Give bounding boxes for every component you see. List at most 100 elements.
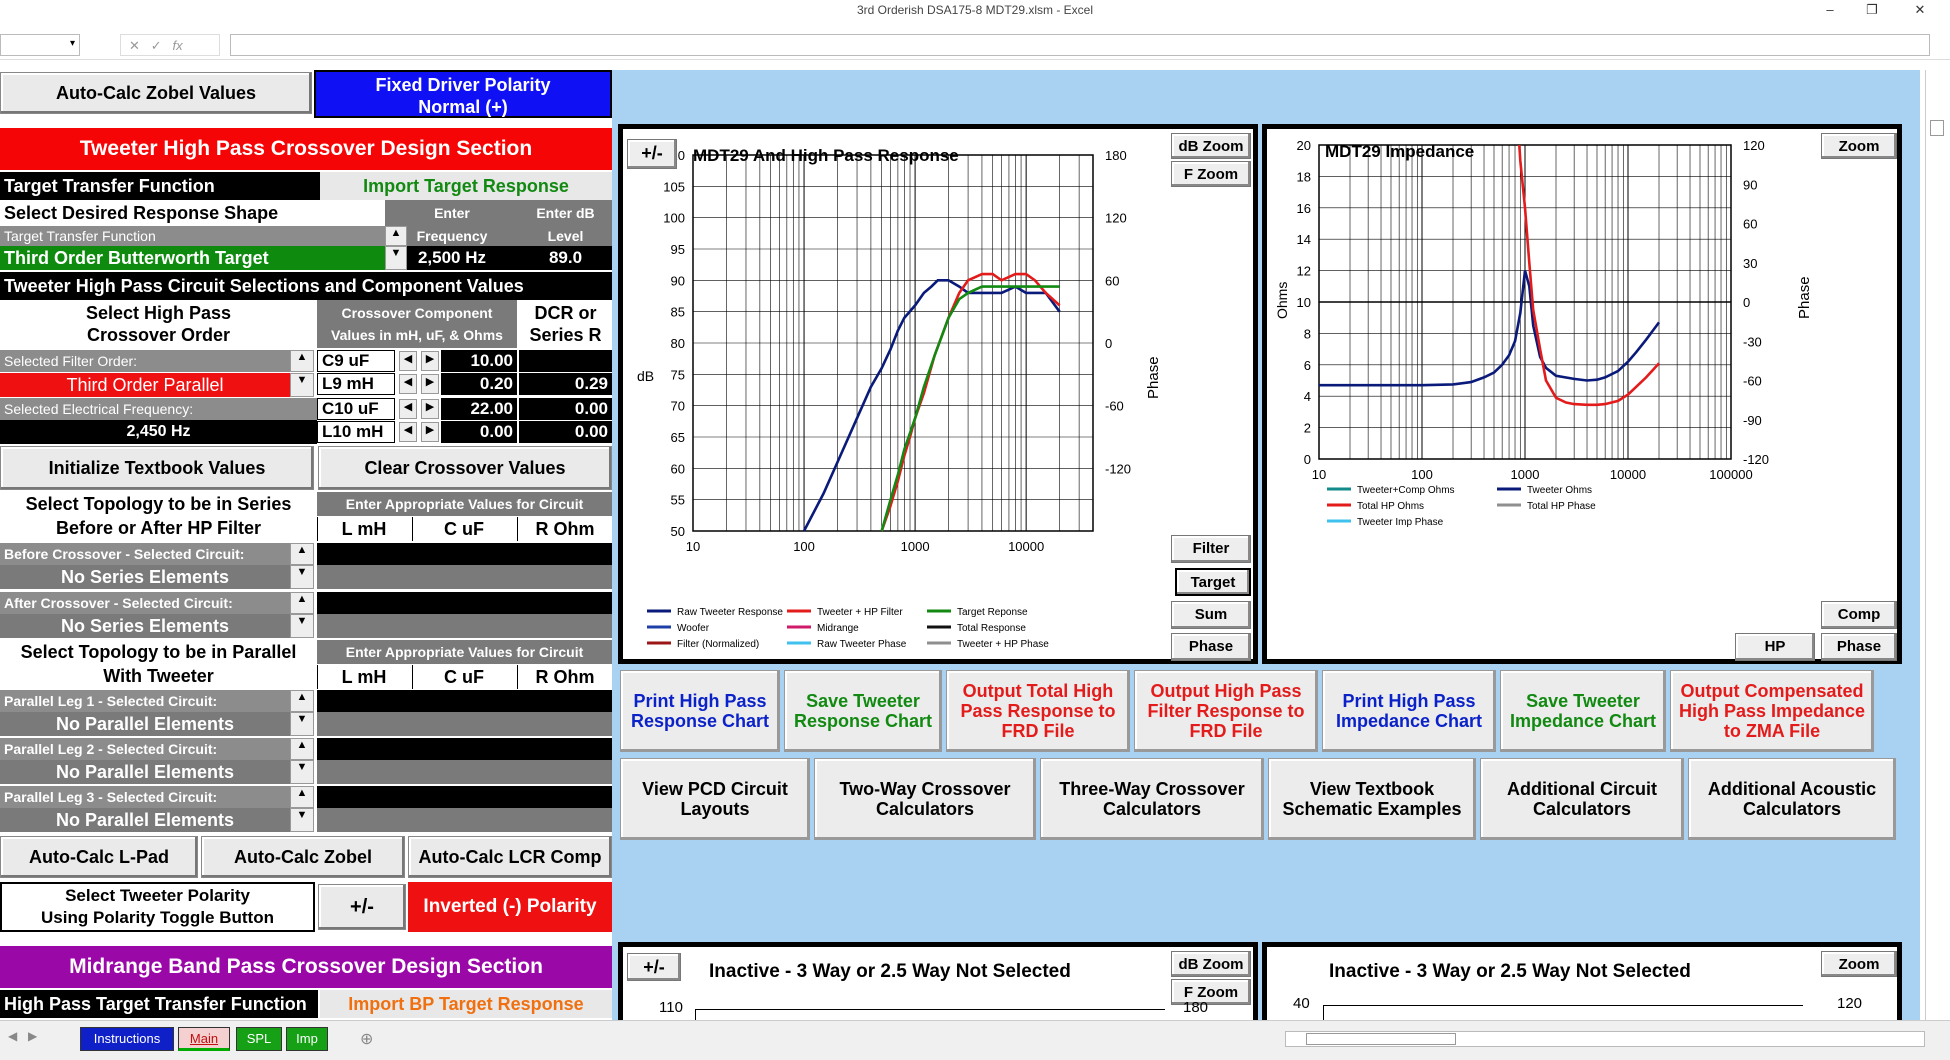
- auto-calc-zobel-button[interactable]: Auto-Calc Zobel: [201, 836, 405, 878]
- calculator-button-4[interactable]: View Textbook Schematic Examples: [1268, 758, 1476, 840]
- series-values-row[interactable]: [317, 592, 612, 614]
- sheet-tab-instructions[interactable]: Instructions: [80, 1027, 174, 1051]
- component-value-input[interactable]: 10.00: [441, 350, 517, 372]
- sum-button[interactable]: Sum: [1171, 601, 1251, 629]
- series-values-row[interactable]: [317, 543, 612, 565]
- series-up-icon[interactable]: ▲: [290, 543, 314, 565]
- hp-button[interactable]: HP: [1735, 633, 1815, 661]
- order-down-icon[interactable]: ▼: [290, 373, 314, 397]
- leg-values-row[interactable]: [317, 690, 612, 712]
- parallel-leg-value[interactable]: No Parallel Elements: [0, 712, 290, 736]
- initialize-textbook-button[interactable]: Initialize Textbook Values: [0, 446, 314, 490]
- sheet-tab-main[interactable]: Main: [178, 1027, 230, 1051]
- target-tf-value[interactable]: Third Order Butterworth Target: [0, 246, 385, 270]
- leg-up-icon[interactable]: ▲: [290, 786, 314, 808]
- response-polarity-toggle[interactable]: +/-: [627, 139, 677, 169]
- formula-input[interactable]: [230, 34, 1930, 56]
- enter-icon[interactable]: ✓: [151, 38, 162, 53]
- series-circuit-value[interactable]: No Series Elements: [0, 614, 290, 638]
- parallel-leg-label: Parallel Leg 1 - Selected Circuit:: [0, 690, 290, 712]
- series-up-icon[interactable]: ▲: [290, 592, 314, 614]
- spin-up-icon[interactable]: ▲: [385, 226, 407, 246]
- vertical-scrollbar[interactable]: [1925, 70, 1950, 1020]
- minimize-button[interactable]: –: [1810, 0, 1850, 20]
- phase-button[interactable]: Phase: [1171, 633, 1251, 661]
- arrow-right-icon[interactable]: ▶: [421, 422, 439, 442]
- restore-button[interactable]: ❐: [1852, 0, 1892, 20]
- calculator-button-1[interactable]: View PCD Circuit Layouts: [620, 758, 810, 840]
- series-circuit-value[interactable]: No Series Elements: [0, 565, 290, 589]
- action-button-3[interactable]: Output Total High Pass Response to FRD F…: [946, 670, 1130, 752]
- series-down-icon[interactable]: ▼: [290, 565, 314, 589]
- auto-calc-lpad-button[interactable]: Auto-Calc L-Pad: [0, 836, 198, 878]
- tab-scroll-right-icon[interactable]: ▶: [28, 1029, 37, 1043]
- action-button-1[interactable]: Print High Pass Response Chart: [620, 670, 780, 752]
- leg-values-row[interactable]: [317, 738, 612, 760]
- leg-up-icon[interactable]: ▲: [290, 738, 314, 760]
- action-button-6[interactable]: Save Tweeter Impedance Chart: [1500, 670, 1666, 752]
- sheet-tab-spl[interactable]: SPL: [236, 1027, 282, 1051]
- leg-down-icon[interactable]: ▼: [290, 760, 314, 784]
- imp-zoom-button[interactable]: Zoom: [1821, 133, 1897, 159]
- arrow-left-icon[interactable]: ◀: [399, 374, 417, 394]
- db-level-input[interactable]: 89.0: [519, 246, 612, 270]
- clear-crossover-values-button[interactable]: Clear Crossover Values: [318, 446, 612, 490]
- action-button-2[interactable]: Save Tweeter Response Chart: [784, 670, 942, 752]
- parallel-leg-value[interactable]: No Parallel Elements: [0, 760, 290, 784]
- action-button-5[interactable]: Print High Pass Impedance Chart: [1322, 670, 1496, 752]
- f-zoom-button[interactable]: F Zoom: [1171, 161, 1251, 187]
- component-value-input[interactable]: 0.00: [441, 421, 517, 443]
- import-bp-target-button[interactable]: Import BP Target Response: [320, 990, 612, 1018]
- arrow-right-icon[interactable]: ▶: [421, 399, 439, 419]
- component-value-input[interactable]: 22.00: [441, 398, 517, 420]
- add-sheet-icon[interactable]: ⊕: [360, 1029, 373, 1049]
- h-scroll-thumb[interactable]: [1306, 1033, 1456, 1045]
- fx-icon[interactable]: fx: [173, 38, 183, 53]
- tab-scroll-left-icon[interactable]: ◀: [8, 1029, 17, 1043]
- comp-button[interactable]: Comp: [1821, 601, 1897, 629]
- leg-down-icon[interactable]: ▼: [290, 808, 314, 832]
- import-target-button[interactable]: Import Target Response: [320, 172, 612, 200]
- sheet-tab-imp[interactable]: Imp: [286, 1027, 328, 1051]
- horizontal-scrollbar[interactable]: [1285, 1031, 1925, 1047]
- parallel-leg-value[interactable]: No Parallel Elements: [0, 808, 290, 832]
- dcr-input[interactable]: 0.29: [519, 373, 612, 395]
- dcr-input[interactable]: 0.00: [519, 398, 612, 420]
- arrow-left-icon[interactable]: ◀: [399, 399, 417, 419]
- cancel-icon[interactable]: ✕: [129, 38, 140, 53]
- name-box[interactable]: ▾: [0, 34, 80, 56]
- db-zoom-button[interactable]: dB Zoom: [1171, 133, 1251, 159]
- filter-button[interactable]: Filter: [1171, 535, 1251, 563]
- component-value-input[interactable]: 0.20: [441, 373, 517, 395]
- calculator-button-3[interactable]: Three-Way Crossover Calculators: [1040, 758, 1264, 840]
- calculator-button-2[interactable]: Two-Way Crossover Calculators: [814, 758, 1036, 840]
- mid-polarity-toggle[interactable]: +/-: [627, 953, 681, 981]
- dcr-input[interactable]: 0.00: [519, 421, 612, 443]
- mid-db-zoom-button[interactable]: dB Zoom: [1171, 951, 1251, 977]
- polarity-toggle-button[interactable]: +/-: [318, 884, 406, 930]
- imp-phase-button[interactable]: Phase: [1821, 633, 1897, 661]
- mid-imp-zoom-button[interactable]: Zoom: [1821, 951, 1897, 977]
- action-button-4[interactable]: Output High Pass Filter Response to FRD …: [1134, 670, 1318, 752]
- series-down-icon[interactable]: ▼: [290, 614, 314, 638]
- leg-values-row[interactable]: [317, 786, 612, 808]
- calculator-button-6[interactable]: Additional Acoustic Calculators: [1688, 758, 1896, 840]
- dcr-input[interactable]: [519, 350, 612, 372]
- auto-calc-zobel-values-button[interactable]: Auto-Calc Zobel Values: [0, 72, 312, 114]
- auto-calc-lcr-button[interactable]: Auto-Calc LCR Comp: [408, 836, 612, 878]
- close-button[interactable]: ✕: [1900, 0, 1940, 20]
- filter-order-value[interactable]: Third Order Parallel: [0, 373, 290, 397]
- arrow-right-icon[interactable]: ▶: [421, 351, 439, 371]
- leg-down-icon[interactable]: ▼: [290, 712, 314, 736]
- spin-down-icon[interactable]: ▼: [385, 246, 407, 270]
- leg-up-icon[interactable]: ▲: [290, 690, 314, 712]
- order-up-icon[interactable]: ▲: [290, 350, 314, 372]
- arrow-left-icon[interactable]: ◀: [399, 422, 417, 442]
- arrow-right-icon[interactable]: ▶: [421, 374, 439, 394]
- action-button-7[interactable]: Output Compensated High Pass Impedance t…: [1670, 670, 1874, 752]
- calculator-button-5[interactable]: Additional Circuit Calculators: [1480, 758, 1684, 840]
- target-button[interactable]: Target: [1175, 568, 1251, 596]
- fixed-driver-polarity-button[interactable]: Fixed Driver Polarity Normal (+): [314, 70, 612, 118]
- arrow-left-icon[interactable]: ◀: [399, 351, 417, 371]
- scroll-thumb[interactable]: [1930, 120, 1944, 136]
